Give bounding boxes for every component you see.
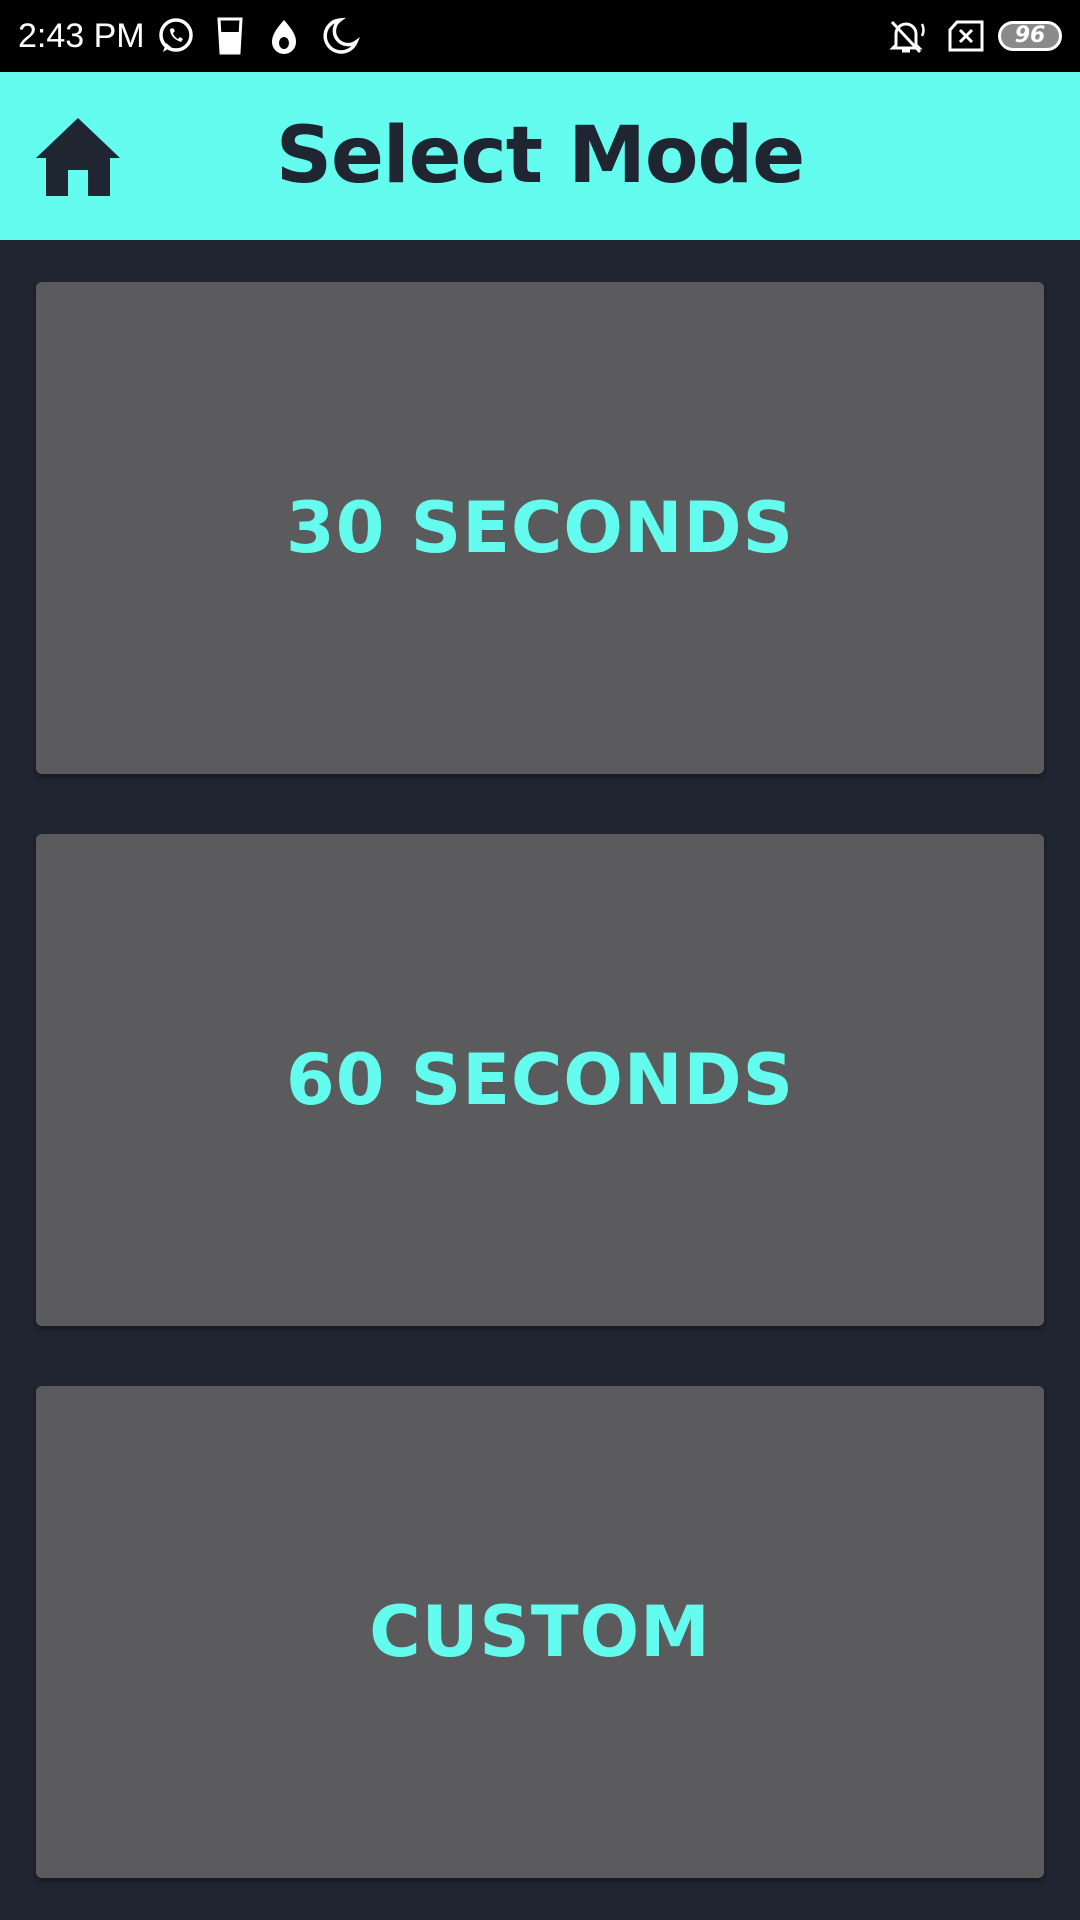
page-title: Select Mode [275,111,805,201]
mode-60-seconds-button[interactable]: 60 SECONDS [36,834,1044,1326]
moon-icon [318,14,362,58]
whatsapp-icon [154,14,198,58]
mode-custom-button[interactable]: CUSTOM [36,1386,1044,1878]
mode-label: CUSTOM [369,1591,711,1673]
app-bar: Select Mode [0,72,1080,240]
status-time: 2:43 PM [18,17,145,55]
status-bar: 2:43 PM 96 [0,0,1080,72]
drop-icon [262,14,306,58]
bell-muted-icon [884,14,928,58]
mode-label: 30 SECONDS [286,487,794,569]
sim-x-icon [944,14,988,58]
glass-icon [208,14,252,58]
home-button[interactable] [30,112,126,202]
mode-label: 60 SECONDS [286,1039,794,1121]
battery-icon: 96 [998,21,1062,51]
mode-30-seconds-button[interactable]: 30 SECONDS [36,282,1044,774]
home-icon [36,118,120,196]
